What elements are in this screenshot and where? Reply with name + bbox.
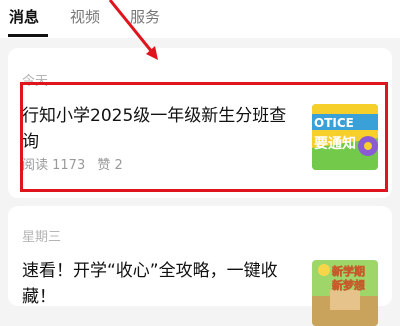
article-title[interactable]: 行知小学2025级一年级新生分班查询 [22, 103, 294, 155]
read-count: 阅读 1173 [22, 158, 86, 173]
article-stats: 阅读 1173 赞 2 [22, 154, 131, 173]
thumb-text-bottom: 新梦想 [332, 278, 365, 292]
thumb-text-bottom: 要通知 [314, 135, 356, 152]
article-card[interactable]: 星期三 速看！开学“收心”全攻略，一键收藏！ 新学期 新梦想 [8, 206, 392, 326]
article-thumbnail[interactable]: OTICE 要通知 [312, 104, 378, 170]
date-label: 星期三 [22, 230, 62, 245]
article-title[interactable]: 速看！开学“收心”全攻略，一键收藏！ [22, 258, 294, 310]
like-count: 赞 2 [97, 158, 123, 173]
notice-thumbnail-image: OTICE 要通知 [312, 104, 378, 170]
article-thumbnail[interactable]: 新学期 新梦想 [312, 260, 378, 326]
article-card[interactable]: 今天 行知小学2025级一年级新生分班查询 阅读 1173 赞 2 OTICE … [8, 48, 392, 198]
thumb-text-top: OTICE [314, 116, 354, 130]
tab-messages[interactable]: 消息 [9, 7, 39, 27]
thumb-text-top: 新学期 [332, 264, 365, 278]
tab-services[interactable]: 服务 [130, 7, 160, 27]
new-term-thumbnail-image: 新学期 新梦想 [312, 260, 378, 326]
date-label: 今天 [22, 74, 49, 89]
tab-videos[interactable]: 视频 [70, 7, 100, 27]
active-tab-indicator [8, 34, 48, 37]
tab-bar: 消息 视频 服务 [0, 0, 400, 38]
